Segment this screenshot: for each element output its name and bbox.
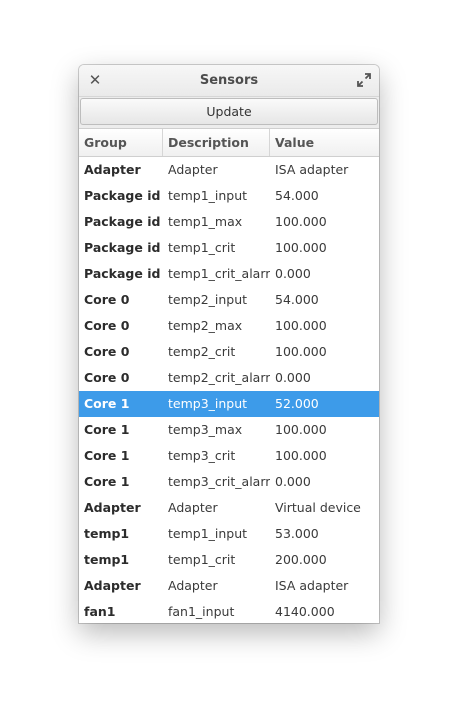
table-row[interactable]: Adapter Adapter Virtual device bbox=[79, 495, 379, 521]
cell-description: temp3_max bbox=[168, 422, 243, 437]
update-button[interactable]: Update bbox=[80, 98, 378, 125]
cell-group: temp1 bbox=[84, 552, 130, 567]
cell-description: Adapter bbox=[168, 162, 218, 177]
column-header-value[interactable]: Value bbox=[270, 129, 379, 156]
cell-group: Core 0 bbox=[84, 370, 130, 385]
cell-description: temp2_max bbox=[168, 318, 243, 333]
table-row[interactable]: Core 0 temp2_crit 100.000 bbox=[79, 339, 379, 365]
title-bar[interactable]: ✕ Sensors bbox=[79, 65, 379, 97]
table-row[interactable]: Core 0 temp2_input 54.000 bbox=[79, 287, 379, 313]
window-title: Sensors bbox=[199, 73, 259, 88]
table-row[interactable]: Package id 0 temp1_crit_alarm 0.000 bbox=[79, 261, 379, 287]
cell-group: Package id 0 bbox=[84, 188, 163, 203]
table-row[interactable]: Adapter Adapter ISA adapter bbox=[79, 157, 379, 183]
cell-value: 0.000 bbox=[275, 370, 311, 385]
table-row[interactable]: temp1 temp1_crit 200.000 bbox=[79, 547, 379, 573]
toolbar: Update bbox=[79, 97, 379, 129]
table-row[interactable]: fan1 fan1_input 4140.000 bbox=[79, 599, 379, 623]
table-row[interactable]: Core 1 temp3_max 100.000 bbox=[79, 417, 379, 443]
table-row[interactable]: Core 1 temp3_crit_alarm 0.000 bbox=[79, 469, 379, 495]
cell-group: Adapter bbox=[84, 162, 141, 177]
cell-group: Core 1 bbox=[84, 396, 130, 411]
cell-value: 200.000 bbox=[275, 552, 327, 567]
cell-value: ISA adapter bbox=[275, 162, 349, 177]
table-row[interactable]: Adapter Adapter ISA adapter bbox=[79, 573, 379, 599]
cell-value: 100.000 bbox=[275, 448, 327, 463]
column-header-group[interactable]: Group bbox=[79, 129, 163, 156]
cell-value: 100.000 bbox=[275, 422, 327, 437]
table-row[interactable]: Core 1 temp3_input 52.000 bbox=[79, 391, 379, 417]
cell-description: temp1_input bbox=[168, 526, 248, 541]
table-row[interactable]: Package id 0 temp1_max 100.000 bbox=[79, 209, 379, 235]
cell-group: Core 1 bbox=[84, 474, 130, 489]
table-row[interactable]: Core 1 temp3_crit 100.000 bbox=[79, 443, 379, 469]
table-row[interactable]: Core 0 temp2_crit_alarm 0.000 bbox=[79, 365, 379, 391]
table-row[interactable]: temp1 temp1_input 53.000 bbox=[79, 521, 379, 547]
cell-value: 100.000 bbox=[275, 318, 327, 333]
cell-description: temp2_crit_alarm bbox=[168, 370, 270, 385]
cell-group: Adapter bbox=[84, 500, 141, 515]
cell-group: Package id 0 bbox=[84, 240, 163, 255]
cell-description: temp3_crit_alarm bbox=[168, 474, 270, 489]
cell-description: temp1_crit bbox=[168, 240, 236, 255]
cell-description: temp3_input bbox=[168, 396, 248, 411]
cell-value: 100.000 bbox=[275, 214, 327, 229]
cell-value: Virtual device bbox=[275, 500, 361, 515]
cell-description: temp1_max bbox=[168, 214, 243, 229]
cell-value: 0.000 bbox=[275, 266, 311, 281]
column-header-description[interactable]: Description bbox=[163, 129, 270, 156]
cell-description: temp3_crit bbox=[168, 448, 236, 463]
cell-value: 52.000 bbox=[275, 396, 319, 411]
cell-value: ISA adapter bbox=[275, 578, 349, 593]
cell-value: 100.000 bbox=[275, 344, 327, 359]
cell-description: temp1_crit bbox=[168, 552, 236, 567]
cell-description: temp2_input bbox=[168, 292, 248, 307]
cell-description: Adapter bbox=[168, 578, 218, 593]
cell-group: Core 1 bbox=[84, 448, 130, 463]
table-row[interactable]: Package id 0 temp1_crit 100.000 bbox=[79, 235, 379, 261]
table-header: Group Description Value bbox=[79, 129, 379, 157]
cell-value: 53.000 bbox=[275, 526, 319, 541]
cell-description: temp1_crit_alarm bbox=[168, 266, 270, 281]
cell-group: Adapter bbox=[84, 578, 141, 593]
cell-group: fan1 bbox=[84, 604, 116, 619]
cell-group: temp1 bbox=[84, 526, 130, 541]
table-row[interactable]: Package id 0 temp1_input 54.000 bbox=[79, 183, 379, 209]
cell-value: 54.000 bbox=[275, 292, 319, 307]
cell-group: Package id 0 bbox=[84, 266, 163, 281]
maximize-icon[interactable] bbox=[356, 72, 372, 88]
cell-description: Adapter bbox=[168, 500, 218, 515]
sensor-table-body: Adapter Adapter ISA adapter Package id 0 tem… bbox=[79, 157, 379, 623]
cell-description: temp1_input bbox=[168, 188, 248, 203]
cell-value: 100.000 bbox=[275, 240, 327, 255]
cell-value: 0.000 bbox=[275, 474, 311, 489]
cell-value: 54.000 bbox=[275, 188, 319, 203]
cell-value: 4140.000 bbox=[275, 604, 335, 619]
cell-group: Core 1 bbox=[84, 422, 130, 437]
cell-description: temp2_crit bbox=[168, 344, 236, 359]
table-row[interactable]: Core 0 temp2_max 100.000 bbox=[79, 313, 379, 339]
cell-group: Core 0 bbox=[84, 318, 130, 333]
cell-group: Package id 0 bbox=[84, 214, 163, 229]
sensors-window: ✕ Sensors Update Group Description Value… bbox=[79, 65, 379, 623]
cell-description: fan1_input bbox=[168, 604, 235, 619]
cell-group: Core 0 bbox=[84, 292, 130, 307]
cell-group: Core 0 bbox=[84, 344, 130, 359]
